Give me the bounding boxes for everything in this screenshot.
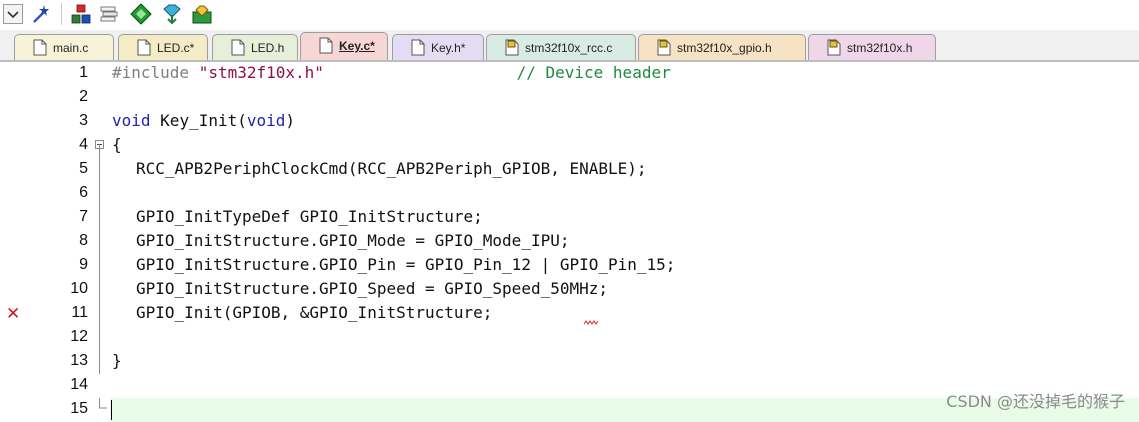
keyword-token: void	[246, 111, 286, 130]
fold-guide-line	[99, 144, 100, 374]
file-icon	[137, 39, 151, 56]
code-line: 2	[0, 86, 1139, 110]
file-icon	[411, 39, 425, 56]
code-line: 12	[0, 326, 1139, 350]
tab-label: LED.c*	[157, 41, 195, 55]
toolbar	[0, 0, 1139, 30]
line-number: 15	[70, 400, 88, 417]
line-number: 7	[79, 208, 88, 225]
tab-label: Key.c*	[339, 39, 375, 53]
code-text[interactable]: #include "stm32f10x.h" // Device header	[112, 63, 671, 82]
code-text[interactable]: void Key_Init(void)	[112, 111, 295, 130]
wizard-button[interactable]	[30, 3, 52, 25]
components-icon	[71, 4, 91, 24]
line-number: 6	[79, 184, 88, 201]
code-text[interactable]: GPIO_InitTypeDef GPIO_InitStructure;	[136, 207, 483, 226]
magic-wand-icon	[33, 5, 49, 23]
tab-stm32f10x-rcc-c[interactable]: stm32f10x_rcc.c	[486, 34, 636, 60]
file-icon	[319, 37, 333, 54]
line-number: 3	[79, 112, 88, 129]
tab-stm32f10x-gpio-h[interactable]: stm32f10x_gpio.h	[638, 34, 806, 60]
red-x-icon[interactable]: ✕	[6, 304, 20, 324]
tab-label: Key.h*	[431, 41, 466, 55]
tab-stm32f10x-h[interactable]: stm32f10x.h	[808, 34, 936, 60]
code-text[interactable]: {	[112, 135, 122, 154]
watermark: CSDN @还没掉毛的猴子	[946, 392, 1125, 411]
pack-manager-button[interactable]	[191, 3, 213, 25]
line-number: 1	[79, 64, 88, 81]
tab-label: LED.h	[251, 41, 285, 55]
paren-token: )	[285, 111, 296, 130]
tab-label: stm32f10x_rcc.c	[525, 41, 613, 55]
locked-file-icon	[657, 39, 671, 56]
code-text[interactable]: GPIO_InitStructure.GPIO_Mode = GPIO_Mode…	[136, 231, 569, 250]
preprocessor-token: #include	[112, 63, 190, 82]
code-text[interactable]: GPIO_Init(GPIOB, &GPIO_InitStructure;	[136, 303, 492, 322]
code-line: 8 GPIO_InitStructure.GPIO_Mode = GPIO_Mo…	[0, 230, 1139, 254]
line-number: 11	[71, 304, 88, 321]
chevron-down-icon	[7, 11, 19, 19]
code-line: 10 GPIO_InitStructure.GPIO_Speed = GPIO_…	[0, 278, 1139, 302]
select-software-packs-button[interactable]	[161, 3, 183, 25]
line-number: 4	[79, 136, 88, 153]
manage-components-button[interactable]	[70, 3, 92, 25]
dropdown-button[interactable]	[3, 4, 23, 24]
line-number: 10	[70, 280, 88, 297]
pack-installer-button[interactable]	[130, 3, 152, 25]
code-text[interactable]: GPIO_InitStructure.GPIO_Pin = GPIO_Pin_1…	[136, 255, 675, 274]
function-token: Key_Init(	[160, 111, 247, 130]
toolbar-separator	[61, 3, 62, 25]
text-caret	[111, 400, 112, 420]
tab-label: stm32f10x_gpio.h	[677, 41, 772, 55]
locked-file-icon	[505, 39, 519, 56]
code-line: 5 RCC_APB2PeriphClockCmd(RCC_APB2Periph_…	[0, 158, 1139, 182]
file-icon	[231, 39, 245, 56]
tab-key-h[interactable]: Key.h*	[392, 34, 484, 60]
tab-led-c[interactable]: LED.c*	[118, 34, 208, 60]
gem-box-icon	[192, 5, 212, 24]
line-number: 12	[70, 328, 88, 345]
fold-end-icon	[99, 398, 107, 409]
file-tab-strip: main.c LED.c* LED.h Key.c* Key.h* stm32f…	[0, 30, 1139, 62]
stack-icon	[100, 6, 118, 22]
diamond-icon	[130, 3, 152, 25]
code-text[interactable]: GPIO_InitStructure.GPIO_Speed = GPIO_Spe…	[136, 279, 608, 298]
code-line: 7 GPIO_InitTypeDef GPIO_InitStructure;	[0, 206, 1139, 230]
code-line: 4 {	[0, 134, 1139, 158]
line-number: 13	[70, 352, 88, 369]
line-number: 14	[70, 376, 88, 393]
line-number: 2	[79, 88, 88, 105]
code-text[interactable]: RCC_APB2PeriphClockCmd(RCC_APB2Periph_GP…	[136, 159, 647, 178]
comment-token: // Device header	[516, 63, 671, 82]
code-line: 9 GPIO_InitStructure.GPIO_Pin = GPIO_Pin…	[0, 254, 1139, 278]
file-icon	[33, 39, 47, 56]
stack-button[interactable]	[98, 3, 120, 25]
code-text[interactable]: }	[112, 351, 122, 370]
code-line: 1 #include "stm32f10x.h" // Device heade…	[0, 62, 1139, 86]
code-line: 3 void Key_Init(void)	[0, 110, 1139, 134]
tab-led-h[interactable]: LED.h	[212, 34, 298, 60]
keyword-token: void	[112, 111, 151, 130]
line-number: 8	[79, 232, 88, 249]
tab-key-c[interactable]: Key.c*	[300, 32, 388, 60]
tab-label: main.c	[53, 41, 89, 55]
code-editor[interactable]: 1 #include "stm32f10x.h" // Device heade…	[0, 62, 1139, 422]
tab-main-c[interactable]: main.c	[14, 34, 114, 60]
line-number: 5	[79, 160, 88, 177]
string-token: "stm32f10x.h"	[198, 63, 324, 82]
locked-file-icon	[827, 39, 841, 56]
code-line-error: ✕ 11 GPIO_Init(GPIOB, &GPIO_InitStructur…	[0, 302, 1139, 326]
line-number: 9	[79, 256, 88, 273]
code-line: 13 }	[0, 350, 1139, 374]
tab-label: stm32f10x.h	[847, 41, 913, 55]
gem-download-icon	[163, 4, 181, 25]
code-line: 6	[0, 182, 1139, 206]
